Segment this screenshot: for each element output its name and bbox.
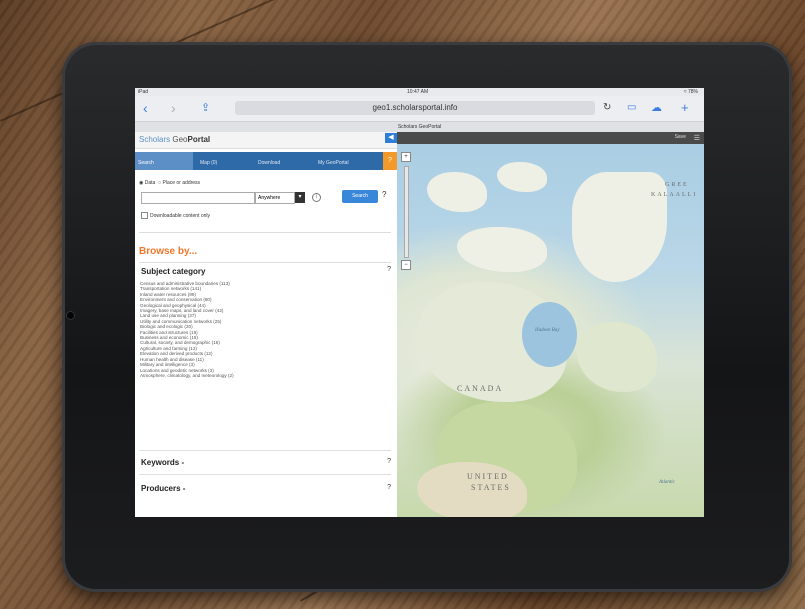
cloud-tabs-icon[interactable]: ☁ xyxy=(651,101,662,115)
map-label-united: UNITED xyxy=(467,472,509,481)
tab-search[interactable]: Search xyxy=(135,152,193,170)
divider xyxy=(139,232,391,233)
carrier-label: iPad xyxy=(138,89,149,95)
ipad-screen: iPad 10:47 AM ≈ 78% ‹ › ⇪ geo1.scholarsp… xyxy=(135,88,704,517)
page-tab-title[interactable]: Scholars GeoPortal xyxy=(135,122,704,132)
tab-my-geoportal[interactable]: My GeoPortal xyxy=(315,152,378,170)
radio-data[interactable]: ◉ Data xyxy=(139,180,155,186)
map-label-canada: CANADA xyxy=(457,384,504,393)
downloadable-checkbox[interactable]: Downloadable content only xyxy=(141,212,210,219)
chevron-down-icon[interactable]: ▾ xyxy=(295,192,305,203)
forward-icon[interactable]: › xyxy=(171,101,176,115)
search-panel: Scholars GeoPortal Search Map (0) Downlo… xyxy=(135,132,397,517)
zoom-slider[interactable] xyxy=(404,166,409,258)
map-view[interactable]: + − CANADA UNITED STATES Hudson Bay Atla… xyxy=(397,132,704,517)
producers-heading[interactable]: Producers - xyxy=(141,484,185,493)
subject-category-list: Census and administrative boundaries (11… xyxy=(140,281,380,378)
map-land xyxy=(497,162,547,192)
camera-icon xyxy=(67,312,74,319)
tab-map[interactable]: Map (0) xyxy=(197,152,250,170)
browse-heading: Browse by... xyxy=(139,246,198,257)
hudson-bay xyxy=(522,302,577,367)
tabs-help-button[interactable]: ? xyxy=(383,152,397,170)
browser-toolbar: ‹ › ⇪ geo1.scholarsportal.info ↻ ▭ ☁ + xyxy=(135,96,704,122)
map-label-atlantic: Atlantic xyxy=(659,480,675,485)
location-select[interactable]: Anywhere xyxy=(255,192,295,204)
keywords-help-button[interactable]: ? xyxy=(387,458,391,465)
divider xyxy=(139,262,391,263)
back-icon[interactable]: ‹ xyxy=(143,101,148,115)
map-label-greenland: GREE xyxy=(665,182,689,188)
map-label-greenland-alt: KALAALLI xyxy=(651,192,698,198)
map-land xyxy=(577,322,657,392)
search-type-options: ◉ Data ○ Place or address xyxy=(139,180,200,186)
subject-help-button[interactable]: ? xyxy=(387,266,391,273)
address-bar[interactable]: geo1.scholarsportal.info xyxy=(235,101,595,115)
geoportal-app: Scholars GeoPortal Search Map (0) Downlo… xyxy=(135,132,704,517)
save-link[interactable]: Save xyxy=(675,134,686,140)
new-tab-icon[interactable]: + xyxy=(681,101,689,115)
radio-place[interactable]: ○ Place or address xyxy=(158,180,200,186)
divider xyxy=(139,450,391,451)
map-land xyxy=(427,172,487,212)
keywords-heading[interactable]: Keywords - xyxy=(141,458,184,467)
map-label-states: STATES xyxy=(471,483,511,492)
category-item[interactable]: Atmosphere, climatology, and meteorology… xyxy=(140,373,380,378)
bookmarks-icon[interactable]: ▭ xyxy=(627,101,636,115)
search-button[interactable]: Search xyxy=(342,190,378,203)
producers-help-button[interactable]: ? xyxy=(387,484,391,491)
site-logo[interactable]: Scholars GeoPortal xyxy=(135,132,397,149)
map-toolbar: Save ☰ xyxy=(397,132,704,144)
status-bar: iPad 10:47 AM ≈ 78% xyxy=(135,88,704,96)
search-input[interactable] xyxy=(141,192,255,204)
battery-label: ≈ 78% xyxy=(683,89,698,95)
status-time: 10:47 AM xyxy=(407,89,429,95)
zoom-in-button[interactable]: + xyxy=(401,152,411,162)
reload-icon[interactable]: ↻ xyxy=(603,101,611,115)
collapse-panel-icon[interactable]: ◀ xyxy=(385,133,397,143)
main-tabs: Search Map (0) Download My GeoPortal ? xyxy=(135,152,397,170)
search-help-button[interactable]: ? xyxy=(382,190,386,199)
map-land xyxy=(572,172,667,282)
share-icon[interactable]: ⇪ xyxy=(201,101,210,115)
subject-category-heading[interactable]: Subject category xyxy=(141,267,205,276)
tab-download[interactable]: Download xyxy=(255,152,313,170)
zoom-out-button[interactable]: − xyxy=(401,260,411,270)
checkbox-icon xyxy=(141,212,148,219)
divider xyxy=(139,474,391,475)
map-label-hudson-bay: Hudson Bay xyxy=(535,328,560,333)
info-icon[interactable]: i xyxy=(312,193,321,202)
menu-icon[interactable]: ☰ xyxy=(694,134,700,142)
map-land xyxy=(457,227,547,272)
